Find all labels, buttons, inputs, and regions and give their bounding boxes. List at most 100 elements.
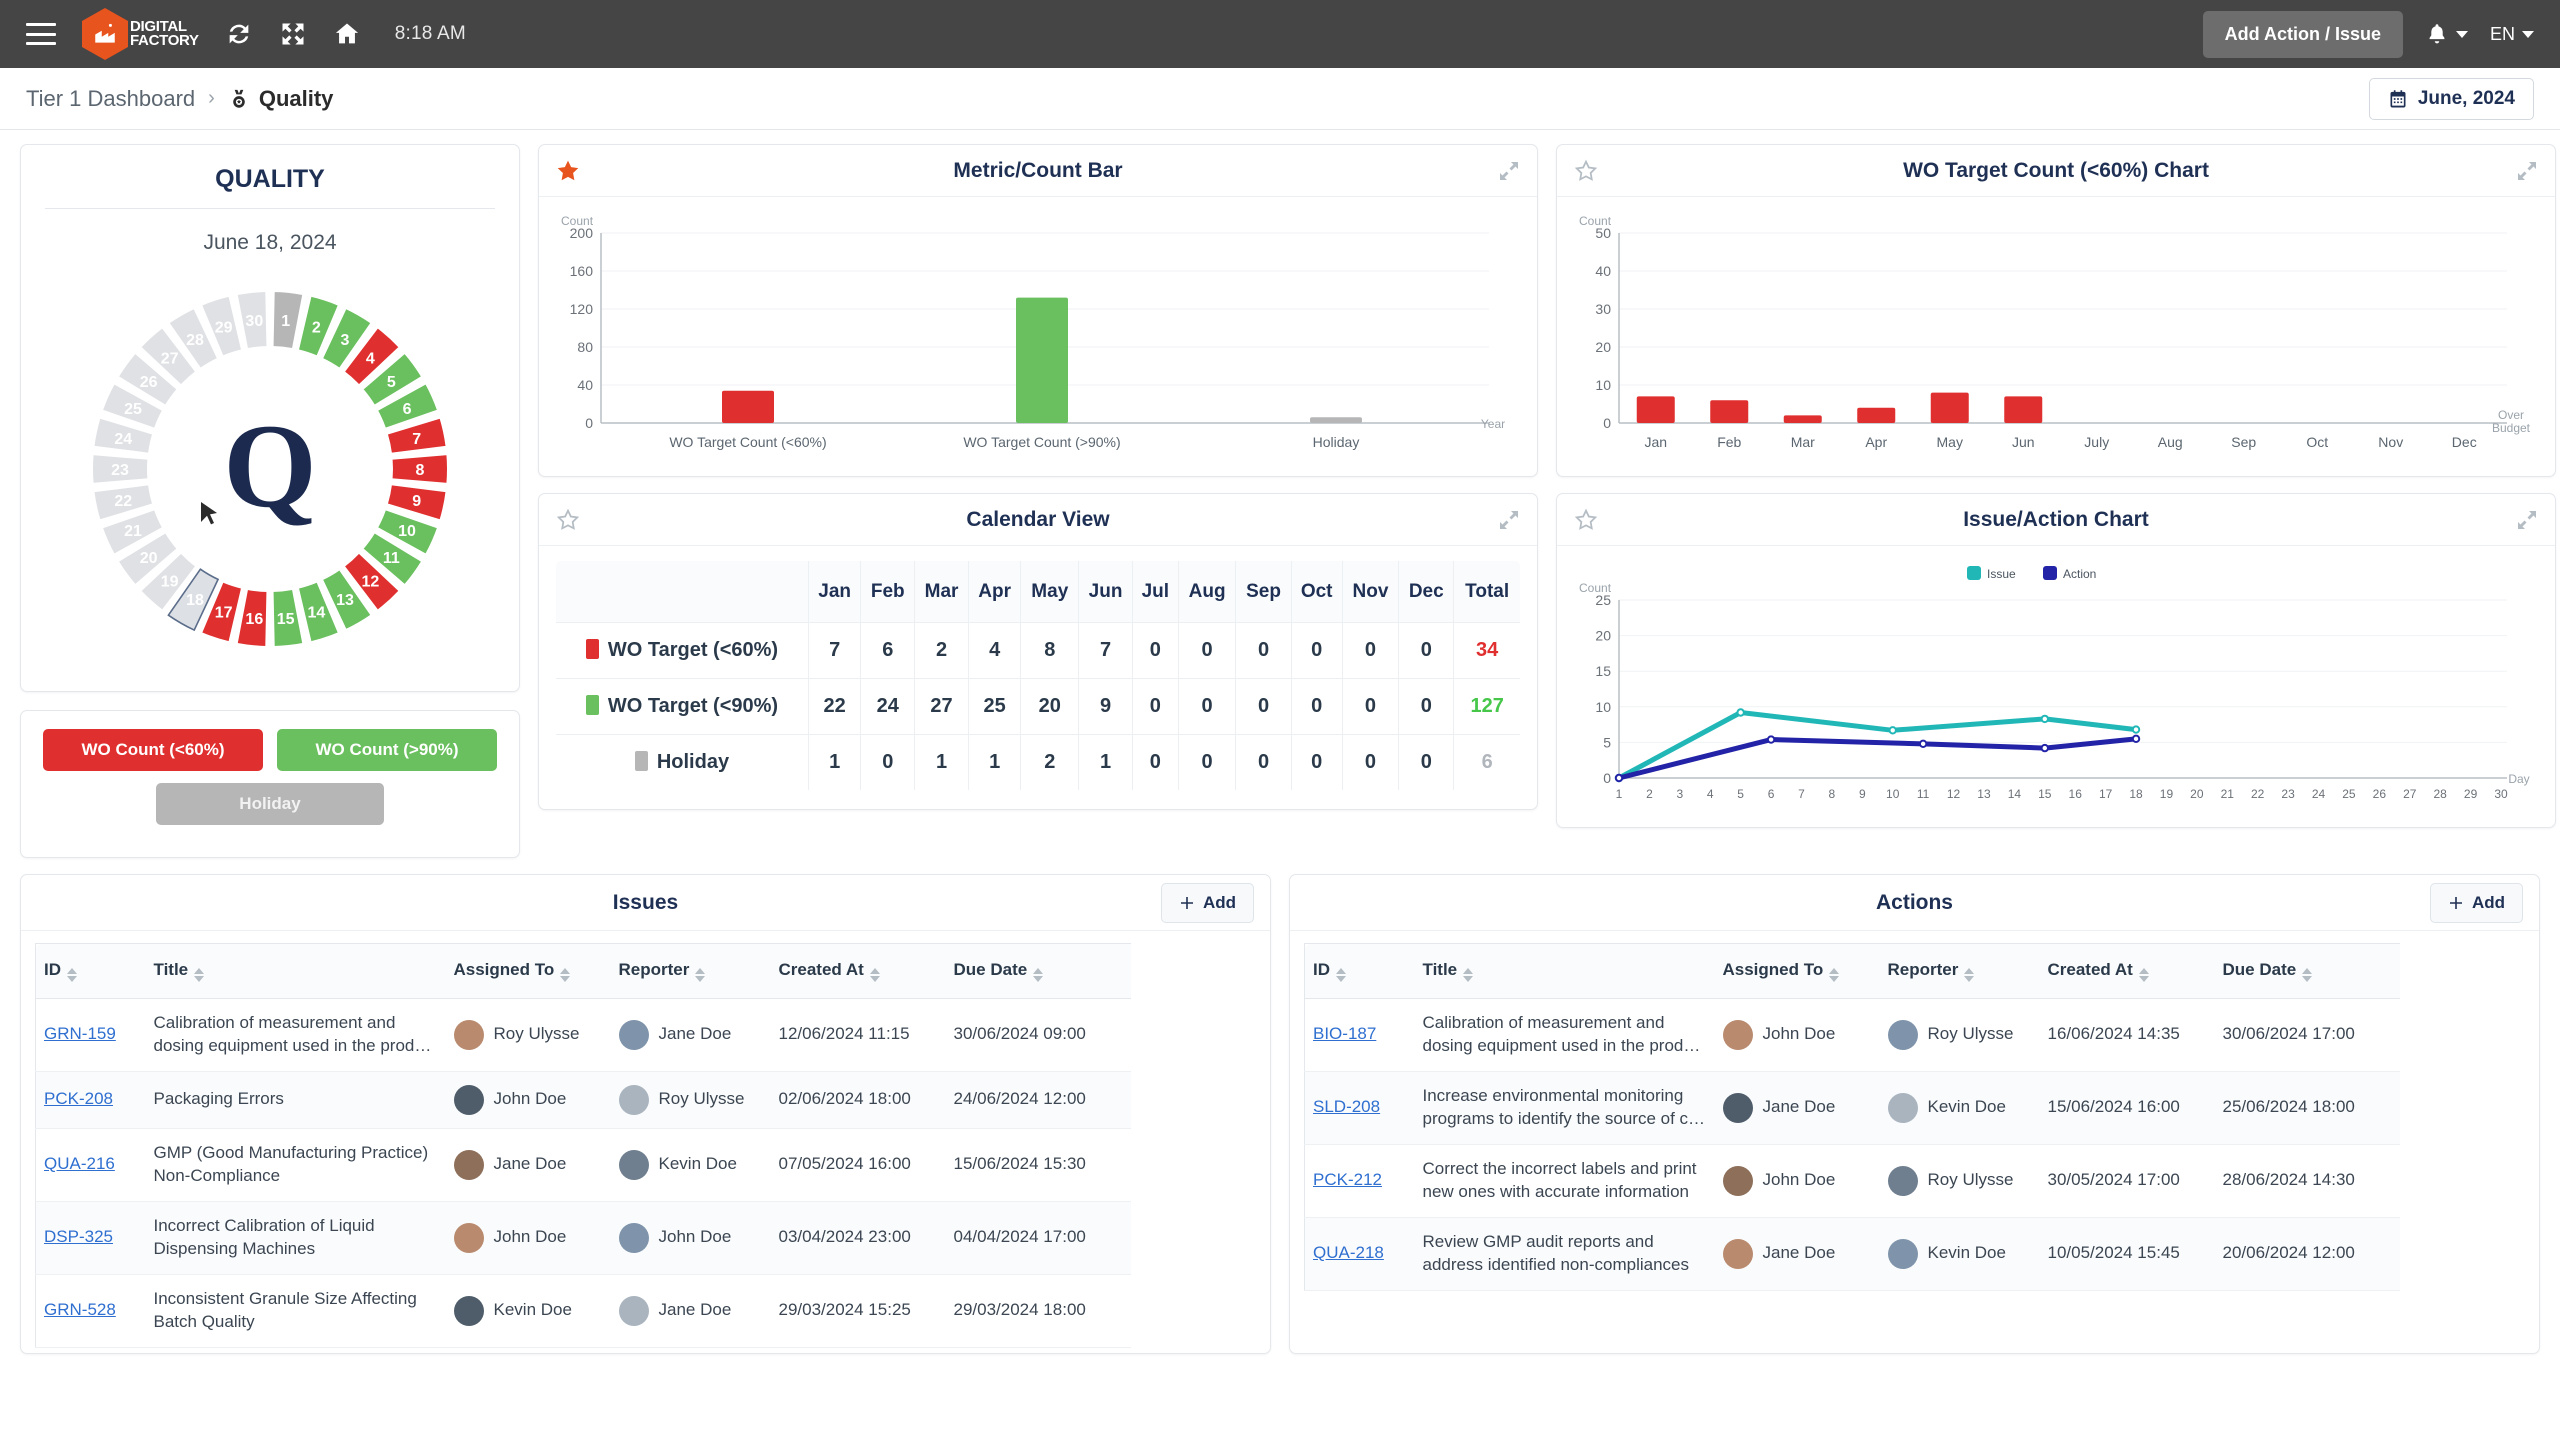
table-row[interactable]: GRN-159 Calibration of measurement and do… xyxy=(35,998,1131,1072)
wheel-day-label-21: 21 xyxy=(124,523,142,540)
bar-Holiday[interactable] xyxy=(1310,417,1362,423)
month-year-picker[interactable]: June, 2024 xyxy=(2368,77,2534,120)
cell-reporter: Jane Doe xyxy=(610,1274,771,1348)
issues-column-header[interactable]: Created At xyxy=(770,943,946,999)
wheel-day-label-24: 24 xyxy=(114,431,132,448)
actions-id-link[interactable]: SLD-208 xyxy=(1313,1097,1380,1116)
sort-toggle-icon[interactable] xyxy=(194,968,205,982)
bar-Feb[interactable] xyxy=(1710,400,1749,423)
star-outline-icon[interactable] xyxy=(555,507,581,533)
bar-Jan[interactable] xyxy=(1636,396,1675,423)
issues-add-button[interactable]: Add xyxy=(1160,882,1254,923)
x-tick-label: July xyxy=(2084,434,2109,450)
data-point-Issue-day18[interactable] xyxy=(2131,725,2141,734)
data-point-Issue-day5[interactable] xyxy=(1736,708,1745,717)
bar-Jun[interactable] xyxy=(2004,396,2043,423)
data-point-Action-day18[interactable] xyxy=(2131,734,2141,744)
language-selector[interactable]: EN xyxy=(2490,24,2534,45)
issues-id-link[interactable]: GRN-159 xyxy=(44,1024,116,1043)
actions-column-header[interactable]: Created At xyxy=(2039,943,2215,999)
legend-wo-count-below-60-button[interactable]: WO Count (<60%) xyxy=(43,729,263,771)
x-tick-label-1: 1 xyxy=(1616,787,1623,801)
expand-diagonal-icon[interactable] xyxy=(2515,159,2539,183)
calendar-cell: 6 xyxy=(860,622,916,679)
digital-factory-logo[interactable]: DIGITAL FACTORY xyxy=(82,8,199,60)
x-axis-label-2: Budget xyxy=(2492,421,2531,435)
x-tick-label-27: 27 xyxy=(2403,787,2417,801)
actions-panel: Actions Add ID Title Assigned To Reporter Cr… xyxy=(1289,874,2540,1354)
bar-Apr[interactable] xyxy=(1857,407,1896,423)
issues-column-header[interactable]: Due Date xyxy=(945,943,1131,999)
table-row[interactable]: QUA-216 GMP (Good Manufacturing Practice)… xyxy=(35,1128,1131,1202)
sort-toggle-icon[interactable] xyxy=(1336,968,1346,982)
data-point-Action-day1[interactable] xyxy=(1614,773,1624,783)
table-row[interactable]: BIO-187 Calibration of measurement and do… xyxy=(1304,998,2400,1072)
issues-column-header[interactable]: Title xyxy=(145,943,446,999)
actions-column-header[interactable]: Due Date xyxy=(2214,943,2400,999)
expand-diagonal-icon[interactable] xyxy=(1497,508,1521,532)
hamburger-menu-icon[interactable] xyxy=(26,23,56,45)
x-tick-label-7: 7 xyxy=(1798,787,1805,801)
x-tick-label: Oct xyxy=(2306,434,2328,450)
add-action-issue-button[interactable]: Add Action / Issue xyxy=(2202,10,2403,58)
breadcrumb-parent[interactable]: Tier 1 Dashboard xyxy=(26,86,195,112)
star-outline-icon[interactable] xyxy=(1573,158,1599,184)
table-row[interactable]: QUA-218 Review GMP audit reports and addr… xyxy=(1304,1217,2400,1291)
cell-created-at: 12/06/2024 11:15 xyxy=(770,998,946,1072)
actions-add-button[interactable]: Add xyxy=(2429,882,2523,923)
sort-toggle-icon[interactable] xyxy=(1463,968,1474,982)
issues-column-header[interactable]: ID xyxy=(35,943,146,999)
expand-diagonal-icon[interactable] xyxy=(2515,508,2539,532)
sort-toggle-icon[interactable] xyxy=(695,968,706,982)
actions-column-header[interactable]: Title xyxy=(1414,943,1715,999)
actions-id-link[interactable]: QUA-218 xyxy=(1313,1243,1384,1262)
bar-WO Target Count (>90%)[interactable] xyxy=(1016,297,1068,423)
issues-column-header[interactable]: Reporter xyxy=(610,943,771,999)
data-point-Action-day15[interactable] xyxy=(2040,743,2049,753)
issues-id-link[interactable]: DSP-325 xyxy=(44,1227,113,1246)
sort-toggle-icon[interactable] xyxy=(2302,968,2313,982)
actions-column-header[interactable]: Assigned To xyxy=(1714,943,1880,999)
actions-column-header[interactable]: ID xyxy=(1304,943,1415,999)
x-tick-label: Feb xyxy=(1717,434,1741,450)
star-outline-icon[interactable] xyxy=(1573,507,1599,533)
sort-toggle-icon[interactable] xyxy=(560,968,571,982)
sort-toggle-icon[interactable] xyxy=(2138,968,2149,982)
refresh-icon[interactable] xyxy=(225,20,253,48)
expand-arrows-icon[interactable] xyxy=(279,20,307,48)
bar-Mar[interactable] xyxy=(1783,415,1822,423)
data-point-Action-day6[interactable] xyxy=(1766,735,1776,744)
actions-column-header[interactable]: Reporter xyxy=(1879,943,2040,999)
quality-day-wheel[interactable]: 1 2 3 4 5 6 7 8 9 10 11 12 13 14 15 16 17 18 19 20 21 22 23 24 2… xyxy=(21,263,519,669)
table-row[interactable]: DSP-325 Incorrect Calibration of Liquid D… xyxy=(35,1201,1131,1275)
issues-id-link[interactable]: QUA-216 xyxy=(44,1154,115,1173)
home-icon[interactable] xyxy=(333,20,361,48)
sort-toggle-icon[interactable] xyxy=(869,968,880,982)
bar-May[interactable] xyxy=(1930,392,1969,423)
table-row[interactable]: GRN-528 Inconsistent Granule Size Affecti… xyxy=(35,1274,1131,1348)
legend-wo-count-above-90-button[interactable]: WO Count (>90%) xyxy=(277,729,497,771)
sort-toggle-icon[interactable] xyxy=(1829,968,1840,982)
sort-toggle-icon[interactable] xyxy=(67,968,77,982)
table-row[interactable]: PCK-208 Packaging Errors John Doe Roy Ulyss… xyxy=(35,1071,1131,1129)
table-row[interactable]: SLD-208 Increase environmental monitoring… xyxy=(1304,1071,2400,1145)
data-point-Issue-day15[interactable] xyxy=(2040,714,2049,724)
bar-WO Target Count (<60%)[interactable] xyxy=(722,390,774,423)
chevron-down-icon xyxy=(2455,30,2468,38)
issues-column-header[interactable]: Assigned To xyxy=(445,943,611,999)
calendar-row-label: Holiday xyxy=(556,734,809,790)
actions-id-link[interactable]: PCK-212 xyxy=(1313,1170,1382,1189)
actions-id-link[interactable]: BIO-187 xyxy=(1313,1024,1376,1043)
table-row[interactable]: PCK-212 Correct the incorrect labels and … xyxy=(1304,1144,2400,1218)
issues-id-link[interactable]: PCK-208 xyxy=(44,1089,113,1108)
sort-toggle-icon[interactable] xyxy=(1033,968,1044,982)
issues-id-link[interactable]: GRN-528 xyxy=(44,1300,116,1319)
notifications-dropdown[interactable] xyxy=(2425,21,2468,47)
star-filled-icon[interactable] xyxy=(555,158,581,184)
legend-holiday-button[interactable]: Holiday xyxy=(156,783,384,825)
data-point-Action-day11[interactable] xyxy=(1918,739,1928,749)
sort-toggle-icon[interactable] xyxy=(1964,968,1975,982)
data-point-Issue-day10[interactable] xyxy=(1888,726,1897,735)
expand-diagonal-icon[interactable] xyxy=(1497,159,1521,183)
cell-id: SLD-208 xyxy=(1304,1071,1415,1145)
